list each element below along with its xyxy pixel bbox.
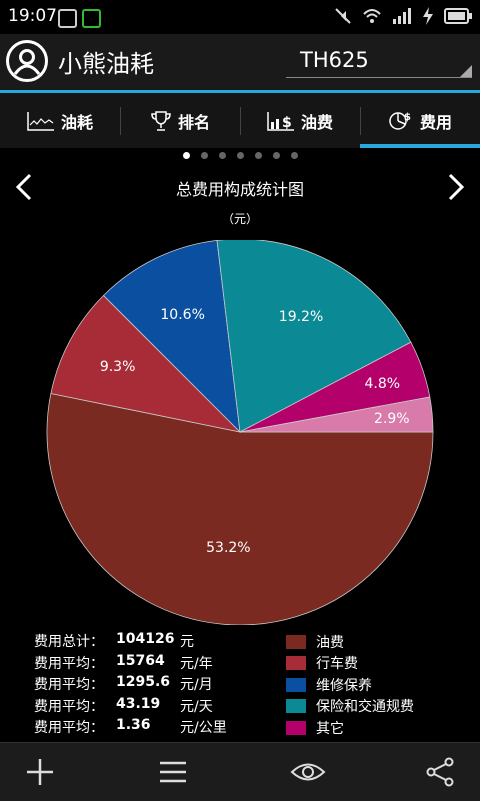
select-underline [286, 77, 472, 78]
tab-label: 油费 [300, 112, 333, 132]
vehicle-select-value: TH625 [300, 48, 369, 72]
status-bar: 19:07 [0, 0, 480, 34]
pie-chart-dollar-icon: $ [389, 112, 411, 130]
legend-label: 油费 [316, 634, 344, 651]
tab-ranking[interactable]: 排名 [120, 93, 240, 148]
svg-text:$: $ [404, 112, 411, 123]
pie-slice-label: 4.8% [364, 376, 400, 392]
page-dot [218, 152, 226, 159]
legend-label: 保险和交通规费 [316, 699, 414, 716]
summary-unit: 元/公里 [180, 720, 227, 736]
summary-label: 费用平均： [34, 677, 104, 693]
legend-swatch [286, 720, 306, 735]
summary-value: 1295.6 [116, 674, 171, 690]
legend-swatch [286, 699, 306, 714]
pie-slice-label: 9.3% [100, 359, 136, 375]
summary-value: 104126 [116, 631, 175, 647]
page-dot [254, 152, 262, 159]
summary-value: 15764 [116, 652, 165, 669]
legend-swatch [286, 634, 306, 649]
trophy-icon [151, 110, 171, 131]
summary-row: 费用平均： 1.36 元/公里 [34, 717, 274, 739]
summary-value: 43.19 [116, 695, 161, 712]
summary-label: 费用总计： [34, 634, 104, 650]
tab-label: 费用 [419, 112, 452, 132]
eye-icon[interactable] [290, 757, 326, 787]
tab-bar: 油耗 排名 $ 油费 $ 费用 [0, 93, 480, 148]
legend-swatch [286, 656, 306, 671]
legend-item: 保险和交通规费 [286, 696, 414, 718]
bar-chart-dollar-icon: $ [267, 111, 294, 131]
summary-row: 费用总计： 104126 元 [34, 631, 274, 653]
legend-label: 行车费 [316, 656, 358, 673]
chart-title: 总费用构成统计图 [175, 180, 304, 199]
tab-expenses[interactable]: $ 费用 [360, 93, 480, 148]
legend-item: 其它 [286, 717, 414, 739]
battery-icon [444, 8, 472, 24]
share-icon[interactable] [425, 757, 455, 787]
notification-robot-icon [58, 9, 77, 28]
wifi-icon [363, 9, 381, 23]
tab-fuel-consumption[interactable]: 油耗 [0, 93, 120, 148]
expense-pie-chart: 53.2% 9.3% 10.6% 19.2% 4.8% 2.9% [46, 240, 434, 625]
summary-unit: 元/年 [180, 655, 213, 672]
tab-fuel-cost[interactable]: $ 油费 [240, 93, 360, 148]
pie-slice-label: 19.2% [279, 309, 323, 325]
legend-label: 维修保养 [316, 677, 372, 694]
legend-item: 行车费 [286, 653, 414, 675]
summary-unit: 元 [180, 634, 194, 650]
page-dot [290, 152, 298, 159]
pie-slice-label: 53.2% [206, 540, 250, 556]
line-chart-icon [27, 111, 54, 131]
tab-label: 油耗 [60, 112, 93, 132]
page-dot [236, 152, 244, 159]
summary-unit: 元/天 [180, 698, 213, 715]
page-dot [200, 152, 208, 159]
summary-label: 费用平均： [34, 655, 104, 672]
summary-unit: 元/月 [180, 677, 213, 693]
expense-summary: 费用总计： 104126 元费用平均： 15764 元/年 费用平均： 1295.6 元/月费… [34, 631, 274, 739]
menu-icon[interactable] [158, 757, 188, 787]
summary-value: 1.36 [116, 717, 151, 733]
summary-row: 费用平均： 43.19 元/天 [34, 696, 274, 718]
svg-text:$: $ [282, 115, 292, 131]
app-header: 小熊油耗 TH625 [0, 34, 480, 90]
pie-slice-label: 10.6% [160, 307, 204, 323]
mute-icon [335, 8, 351, 24]
legend-swatch [286, 677, 306, 692]
status-icons [334, 7, 472, 25]
chevron-right-icon[interactable] [444, 172, 468, 202]
legend-item: 油费 [286, 631, 414, 653]
summary-label: 费用平均： [34, 698, 104, 715]
status-time: 19:07 [8, 6, 57, 26]
vehicle-select[interactable]: TH625 [286, 42, 472, 82]
legend-label: 其它 [316, 720, 344, 737]
add-icon[interactable] [25, 757, 55, 787]
charging-icon [423, 7, 433, 25]
signal-icon [393, 8, 411, 24]
tab-label: 排名 [177, 112, 210, 132]
page-dot [272, 152, 280, 159]
bottom-toolbar [0, 742, 480, 801]
pie-slice-label: 2.9% [374, 411, 410, 427]
chart-legend: 油费行车费维修保养保险和交通规费 其它 [286, 631, 414, 739]
user-avatar-icon[interactable] [6, 40, 48, 82]
chart-unit: （元） [221, 212, 258, 226]
page-indicator [0, 152, 480, 159]
summary-label: 费用平均： [34, 720, 104, 736]
notification-android-icon [82, 9, 101, 28]
app-title: 小熊油耗 [58, 50, 154, 78]
summary-row: 费用平均： 1295.6 元/月 [34, 674, 274, 696]
dropdown-triangle-icon [460, 65, 472, 77]
summary-row: 费用平均： 15764 元/年 [34, 653, 274, 675]
page-dot [182, 152, 190, 159]
legend-item: 维修保养 [286, 674, 414, 696]
